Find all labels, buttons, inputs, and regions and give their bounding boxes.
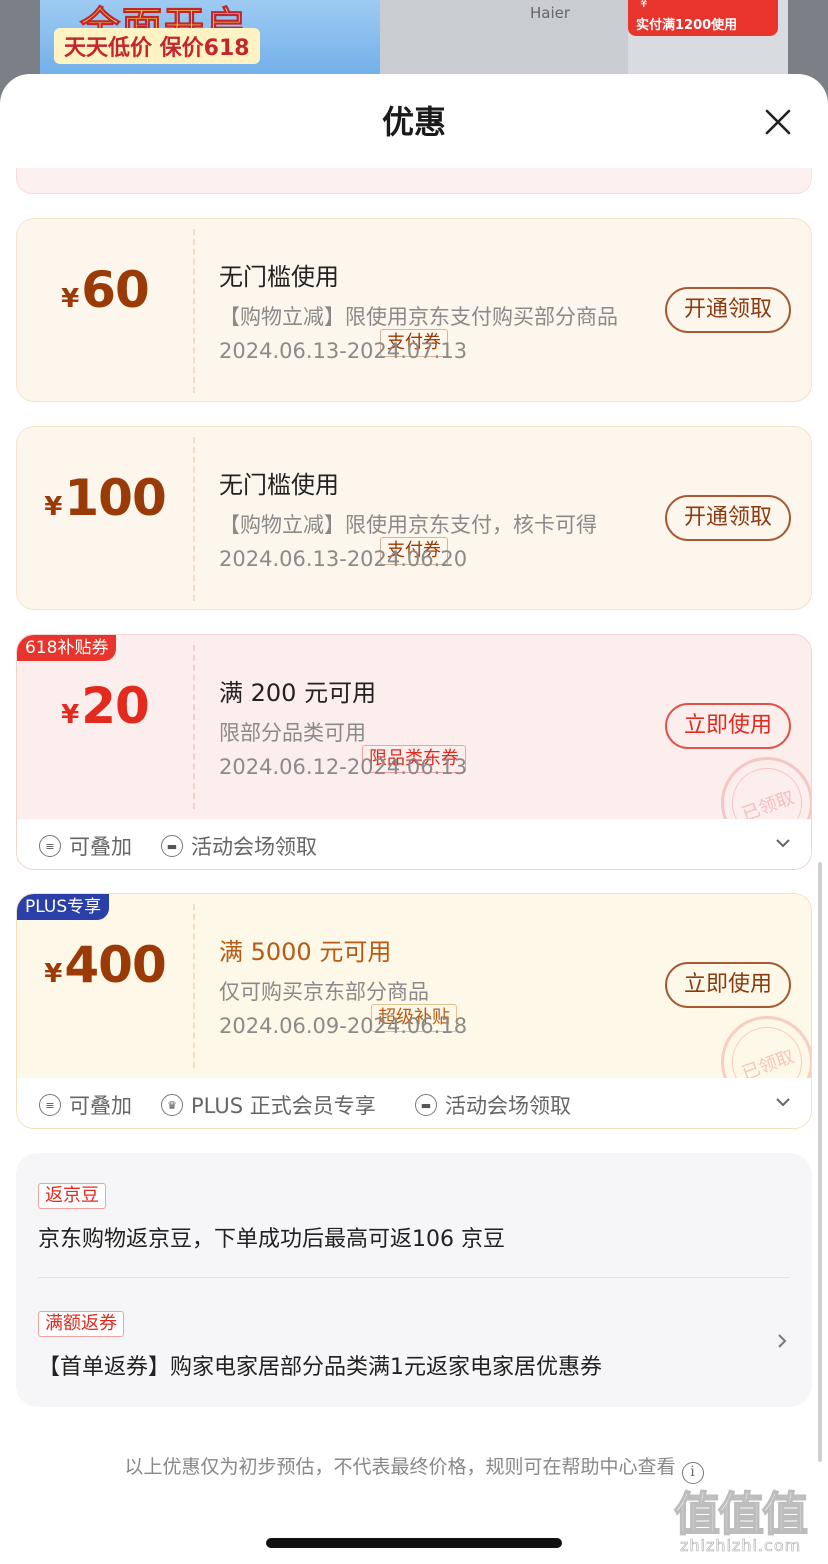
coupon-description: 仅可购买京东部分商品 <box>219 980 429 1004</box>
coupon-description: 限部分品类可用 <box>219 721 366 745</box>
coupon-amount: ¥60 <box>17 261 193 319</box>
coupon-footer[interactable]: ≡ 可叠加 ♛ PLUS 正式会员专享 ▬ 活动会场领取 <box>17 1078 811 1128</box>
coupon-card: ¥100 支付券 无门槛使用 【购物立减】限使用京东支付，核卡可得 2024.0… <box>16 426 812 610</box>
chevron-down-icon[interactable] <box>773 833 793 853</box>
watermark-url: zhizhizhi.com <box>680 1536 802 1556</box>
chevron-right-icon[interactable] <box>774 1331 790 1351</box>
coupon-divider <box>193 437 195 601</box>
currency-symbol: ¥ <box>44 959 63 989</box>
coupon-description: 【购物立减】限使用京东支付，核卡可得 <box>219 513 597 537</box>
claim-source-label: ▬ 活动会场领取 <box>161 831 317 861</box>
coupon-value: 20 <box>81 677 150 735</box>
coupon-divider <box>193 904 195 1068</box>
stack-icon: ≡ <box>39 1094 61 1116</box>
scrollbar[interactable] <box>818 862 822 1462</box>
chevron-down-icon[interactable] <box>773 1092 793 1112</box>
footer-text: 可叠加 <box>69 835 132 859</box>
coupon-validity: 2024.06.13-2024.06.20 <box>219 547 468 571</box>
coupon-description: 【购物立减】限使用京东支付购买部分商品 <box>219 305 618 329</box>
coupon-footer[interactable]: ≡ 可叠加 ▬ 活动会场领取 <box>17 819 811 869</box>
coupon-value: 60 <box>81 261 150 319</box>
coupon-divider <box>193 229 195 393</box>
site-watermark: 值值值 zhizhizhi.com <box>673 1478 824 1562</box>
disclaimer-text: 以上优惠仅为初步预估，不代表最终价格，规则可在帮助中心查看 <box>124 1456 676 1478</box>
jingdou-tag: 返京豆 <box>38 1183 106 1209</box>
close-button[interactable] <box>758 102 798 142</box>
banner-brand: Haier <box>530 4 571 22</box>
currency-symbol: ¥ <box>61 700 80 730</box>
use-now-button[interactable]: 立即使用 <box>665 962 791 1008</box>
coupon-title: 无门槛使用 <box>219 263 339 291</box>
activate-claim-button[interactable]: 开通领取 <box>665 495 791 541</box>
coupon-amount: ¥20 <box>17 677 193 735</box>
claim-source-label: ▬ 活动会场领取 <box>415 1090 571 1120</box>
coupon-card: ¥60 支付券 无门槛使用 【购物立减】限使用京东支付购买部分商品 2024.0… <box>16 218 812 402</box>
coupon-card: 618补贴券 ¥20 限品类东券 满 200 元可用 限部分品类可用 2024.… <box>16 634 812 870</box>
coupon-badge: 618补贴券 <box>17 635 117 661</box>
coupon-card: PLUS专享 ¥400 超级补贴 满 5000 元可用 仅可购买京东部分商品 2… <box>16 893 812 1129</box>
coupon-card-partial <box>16 168 812 194</box>
coupon-divider <box>193 645 195 809</box>
crown-icon: ♛ <box>161 1094 183 1116</box>
coupon-validity: 2024.06.12-2024.06.13 <box>219 755 468 779</box>
currency-symbol: ¥ <box>61 284 80 314</box>
coupon-validity: 2024.06.09-2024.06.18 <box>219 1014 468 1038</box>
coupon-value: 400 <box>64 936 166 994</box>
rebate-info-panel: 返京豆 京东购物返京豆，下单成功后最高可返106 京豆 满额返券 【首单返券】购… <box>16 1153 812 1407</box>
footer-text: 活动会场领取 <box>445 1094 571 1118</box>
close-icon <box>765 109 791 135</box>
watermark-logo: 值值值 <box>673 1486 809 1542</box>
coupon-title: 满 5000 元可用 <box>219 938 392 966</box>
banner-price-yen: ¥ <box>640 0 648 10</box>
coupon-title: 无门槛使用 <box>219 471 339 499</box>
banner-price-condition: 实付满1200使用 <box>636 18 738 33</box>
footer-text: 可叠加 <box>69 1094 132 1118</box>
home-indicator[interactable] <box>266 1538 562 1548</box>
return-coupon-text: 【首单返券】购家电家居部分品类满1元返家电家居优惠券 <box>38 1355 602 1380</box>
footer-text: 活动会场领取 <box>191 835 317 859</box>
footer-text: PLUS 正式会员专享 <box>191 1094 376 1118</box>
coupon-list[interactable]: ¥60 支付券 无门槛使用 【购物立减】限使用京东支付购买部分商品 2024.0… <box>0 168 828 1428</box>
stackable-label: ≡ 可叠加 <box>39 1090 132 1120</box>
coupon-amount: ¥400 <box>17 936 193 994</box>
stackable-label: ≡ 可叠加 <box>39 831 132 861</box>
coupon-badge: PLUS专享 <box>17 894 110 920</box>
return-coupon-tag: 满额返券 <box>38 1311 124 1337</box>
banner-subline: 天天低价 保价618 <box>54 28 260 64</box>
use-now-button[interactable]: 立即使用 <box>665 703 791 749</box>
ticket-icon: ▬ <box>415 1094 437 1116</box>
currency-symbol: ¥ <box>44 492 63 522</box>
jingdou-text: 京东购物返京豆，下单成功后最高可返106 京豆 <box>38 1227 505 1252</box>
ticket-icon: ▬ <box>161 835 183 857</box>
coupon-validity: 2024.06.13-2024.07.13 <box>219 339 468 363</box>
stack-icon: ≡ <box>39 835 61 857</box>
plus-member-label: ♛ PLUS 正式会员专享 <box>161 1090 376 1120</box>
coupon-title: 满 200 元可用 <box>219 679 377 707</box>
activate-claim-button[interactable]: 开通领取 <box>665 287 791 333</box>
coupon-amount: ¥100 <box>17 469 193 527</box>
sheet-title: 优惠 <box>381 103 446 141</box>
coupon-value: 100 <box>64 469 166 527</box>
divider <box>38 1277 790 1278</box>
